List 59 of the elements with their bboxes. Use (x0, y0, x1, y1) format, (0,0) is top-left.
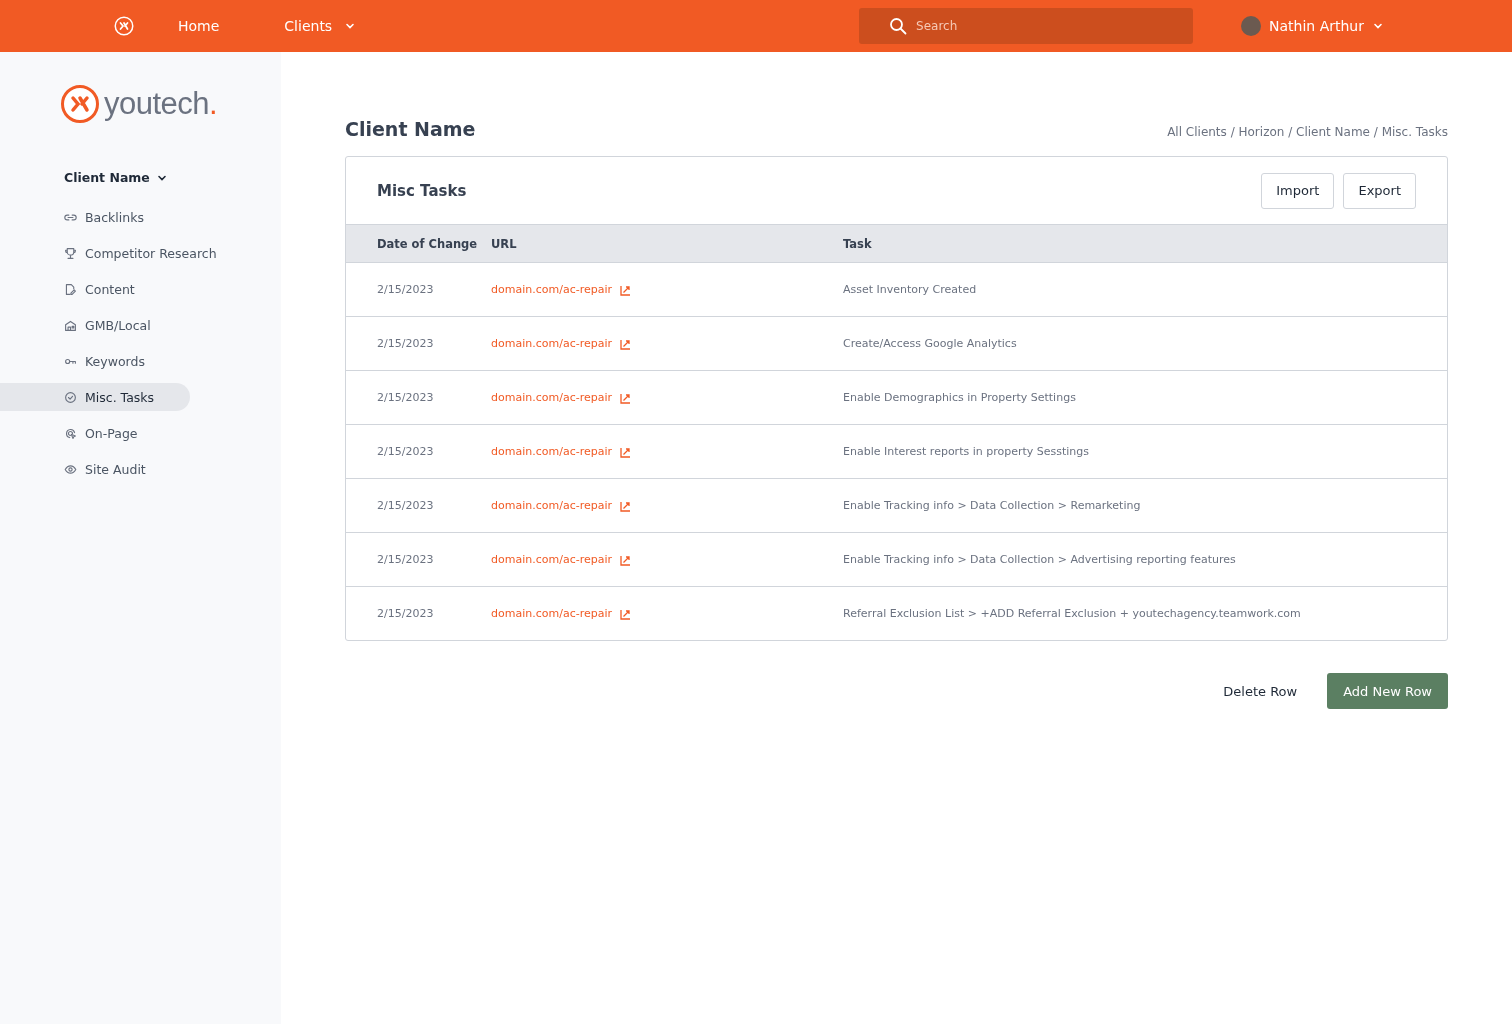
url-link[interactable]: domain.com/ac-repair (491, 607, 632, 620)
action-button[interactable]: Export (1343, 172, 1416, 209)
url-link[interactable]: domain.com/ac-repair (491, 499, 632, 512)
target-cursor-icon (64, 426, 77, 440)
document-icon (64, 282, 77, 296)
column-header: Task (842, 224, 1447, 263)
add-row-button[interactable]: Add New Row (1327, 673, 1448, 709)
external-link-icon (620, 337, 632, 350)
url-link[interactable]: domain.com/ac-repair (491, 337, 632, 350)
sidebar-item[interactable]: On-Page (0, 419, 190, 447)
external-link-icon (620, 499, 632, 512)
logo-text: youtech (104, 86, 210, 122)
task-cell: Referral Exclusion List > +ADD Referral Exclusion + youtechagency.teamwork.com (842, 586, 1447, 640)
url-link[interactable]: domain.com/ac-repair (491, 553, 632, 566)
page-title: Client Name (345, 118, 476, 140)
external-link-icon (620, 553, 632, 566)
breadcrumb: All Clients / Horizon / Client Name / Misc. Tasks (1167, 125, 1448, 139)
date-cell: 2/15/2023 (346, 316, 490, 371)
search-field[interactable]: Search (859, 8, 1194, 44)
trophy-icon (64, 246, 77, 260)
logo-icon (60, 84, 100, 124)
sidebar-item[interactable]: Content (0, 275, 190, 303)
url-link[interactable]: domain.com/ac-repair (491, 391, 632, 404)
sidebar-item[interactable]: Backlinks (0, 203, 190, 231)
eye-icon (64, 462, 77, 476)
date-cell: 2/15/2023 (346, 478, 490, 533)
url-link[interactable]: domain.com/ac-repair (491, 283, 632, 296)
sidebar-item[interactable]: Competitor Research (0, 239, 229, 267)
delete-row-button[interactable]: Delete Row (1217, 682, 1304, 700)
url-link[interactable]: domain.com/ac-repair (491, 445, 632, 458)
action-button[interactable]: Import (1261, 172, 1335, 209)
client-selector[interactable]: Client Name (64, 170, 168, 185)
external-link-icon (620, 445, 632, 458)
task-cell: Asset Inventory Created (842, 262, 1447, 317)
date-cell: 2/15/2023 (346, 586, 490, 640)
task-cell: Enable Interest reports in property Sesstings (842, 424, 1447, 479)
sidebar-item[interactable]: GMB/Local (0, 311, 190, 339)
storefront-icon (64, 318, 77, 332)
task-cell: Enable Tracking info > Data Collection > Remarketing (842, 478, 1447, 533)
external-link-icon (620, 391, 632, 404)
date-cell: 2/15/2023 (346, 370, 490, 425)
avatar (1241, 16, 1262, 36)
date-cell: 2/15/2023 (346, 532, 490, 587)
date-cell: 2/15/2023 (346, 262, 490, 317)
task-cell: Enable Tracking info > Data Collection > Advertising reporting features (842, 532, 1447, 587)
column-header: URL (490, 224, 842, 263)
external-link-icon (620, 283, 632, 296)
logo-icon (114, 16, 134, 36)
check-circle-icon (64, 390, 77, 404)
logo-dot: . (209, 86, 218, 122)
sidebar-item[interactable]: Keywords (0, 347, 190, 375)
task-cell: Create/Access Google Analytics (842, 316, 1447, 371)
task-cell: Enable Demographics in Property Settings (842, 370, 1447, 425)
column-header: Date of Change (346, 224, 490, 263)
date-cell: 2/15/2023 (346, 424, 490, 479)
sidebar-item[interactable]: Misc. Tasks (0, 383, 190, 411)
card-title: Misc Tasks (377, 181, 467, 200)
sidebar-item[interactable]: Site Audit (0, 455, 190, 483)
external-link-icon (620, 607, 632, 620)
